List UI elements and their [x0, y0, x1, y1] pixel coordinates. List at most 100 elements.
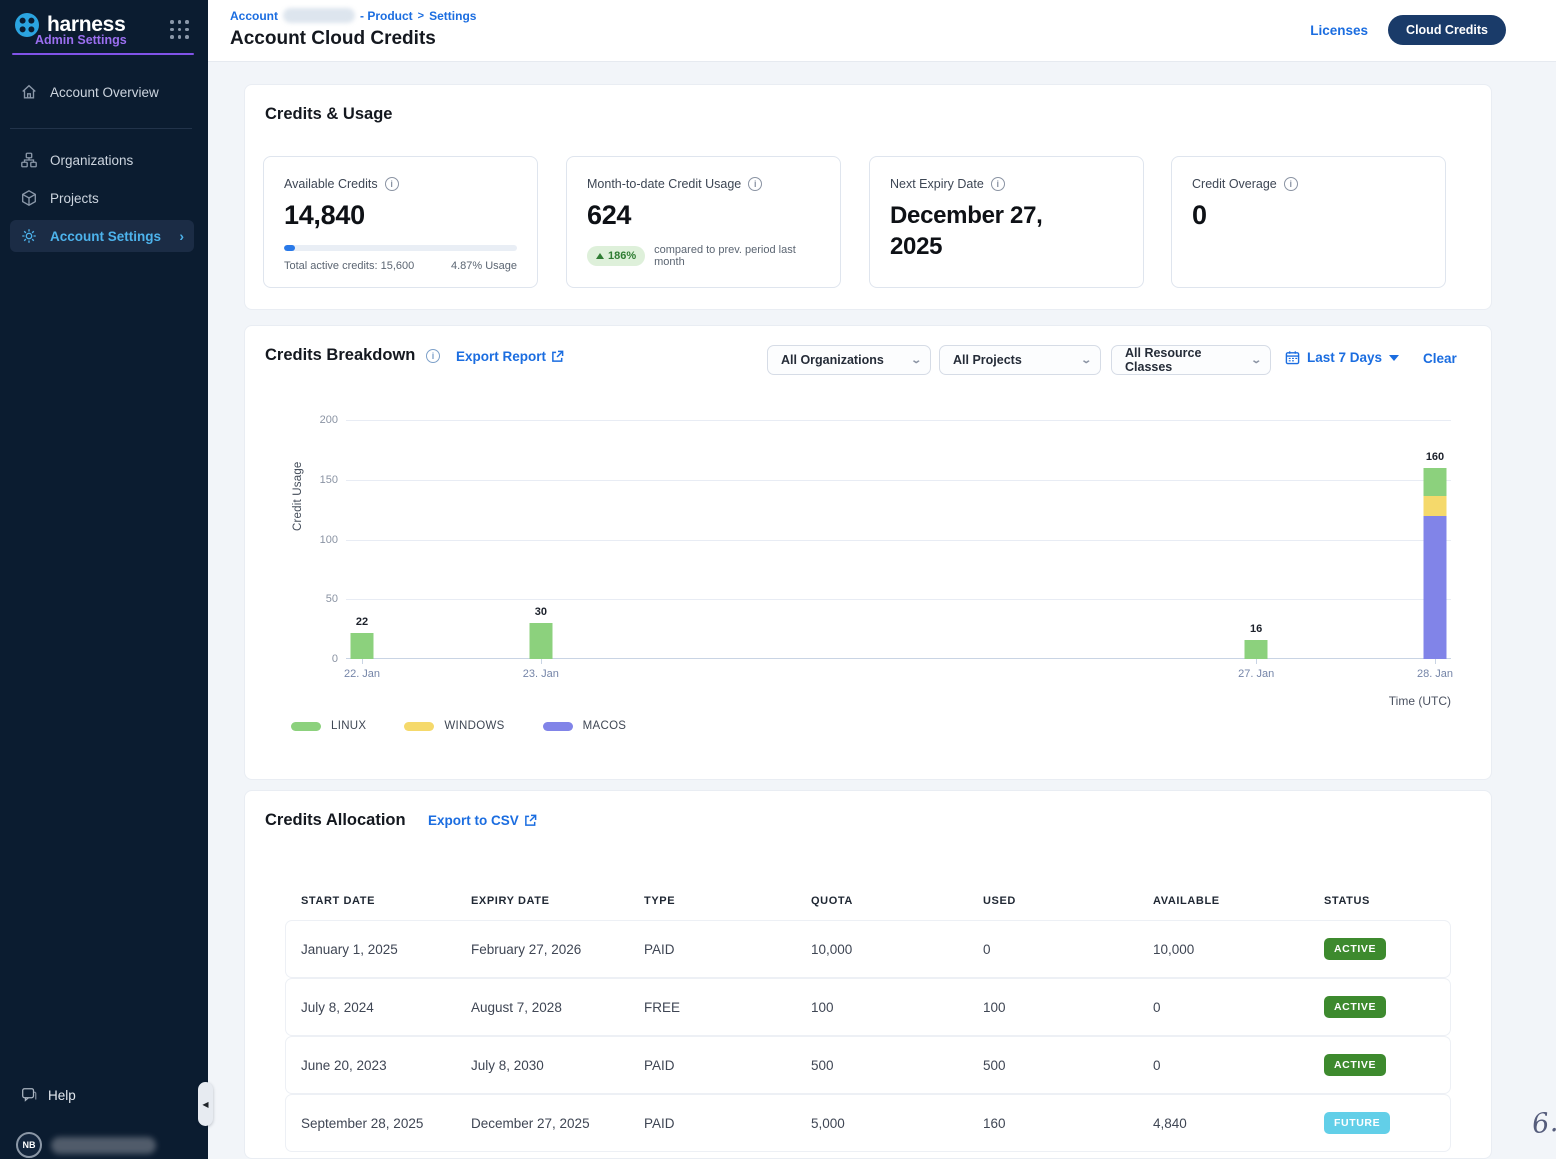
export-csv-link[interactable]: Export to CSV [428, 813, 537, 828]
sidebar-item-projects[interactable]: Projects [10, 182, 194, 214]
legend-item-linux[interactable]: LINUX [291, 720, 366, 732]
column-header: TYPE [629, 887, 796, 921]
avatar[interactable]: NB [16, 1132, 42, 1158]
y-axis-tick: 50 [298, 593, 338, 605]
breadcrumb-product[interactable]: - Product [360, 9, 413, 23]
sidebar-item-organizations[interactable]: Organizations [10, 144, 194, 176]
table-cell: 0 [968, 942, 1138, 957]
gridline [346, 480, 1451, 481]
y-axis-tick: 100 [298, 534, 338, 546]
apps-grid-icon[interactable] [170, 20, 190, 40]
total-active-credits: Total active credits: 15,600 [284, 260, 414, 272]
table-cell: PAID [629, 942, 796, 957]
column-header: START DATE [286, 887, 456, 921]
chart-bar-22: 22 [351, 633, 374, 659]
status-badge: ACTIVE [1324, 1054, 1386, 1076]
table-row[interactable]: September 28, 2025December 27, 2025PAID5… [286, 1095, 1450, 1151]
legend-label: MACOS [583, 720, 627, 732]
gridline [346, 599, 1451, 600]
bar-segment-linux [351, 633, 374, 659]
available-credits-card: Available Credits i 14,840 Total active … [263, 156, 538, 288]
chart-x-axis-label: Time (UTC) [1231, 694, 1451, 708]
bar-value-label: 22 [332, 616, 392, 628]
date-range-picker[interactable]: Last 7 Days [1285, 350, 1399, 365]
brand-divider [12, 53, 194, 55]
caret-down-icon [1389, 355, 1399, 361]
legend-item-windows[interactable]: WINDOWS [404, 720, 504, 732]
licenses-link[interactable]: Licenses [1310, 23, 1368, 38]
chart-bar-27: 16 [1245, 640, 1268, 659]
organizations-filter[interactable]: All Organizations ⌄ [767, 345, 931, 375]
breadcrumb-settings[interactable]: Settings [429, 9, 476, 23]
cloud-credits-button[interactable]: Cloud Credits [1388, 15, 1506, 45]
column-header: AVAILABLE [1138, 887, 1309, 921]
breadcrumb-account[interactable]: Account [230, 9, 278, 23]
credits-usage-section: Credits & Usage Available Credits i 14,8… [244, 84, 1492, 310]
table-cell: PAID [629, 1116, 796, 1131]
clear-filters-link[interactable]: Clear [1423, 351, 1457, 366]
projects-filter[interactable]: All Projects ⌄ [939, 345, 1101, 375]
x-axis-tick-label: 23. Jan [506, 668, 576, 680]
sidebar-item-account-settings[interactable]: Account Settings › [10, 220, 194, 252]
mtd-usage-card: Month-to-date Credit Usage i 624 186% co… [566, 156, 841, 288]
external-link-icon [524, 814, 537, 827]
y-axis-tick: 200 [298, 414, 338, 426]
legend-label: LINUX [331, 720, 366, 732]
table-cell: FREE [629, 1000, 796, 1015]
table-cell: July 8, 2030 [456, 1058, 629, 1073]
sidebar-item-label: Account Overview [50, 85, 159, 100]
info-icon[interactable]: i [991, 177, 1005, 191]
bar-segment-linux [1245, 640, 1268, 659]
available-credits-label: Available Credits [284, 177, 378, 191]
sidebar-collapse-handle[interactable]: ◀ [198, 1082, 213, 1126]
gear-icon [20, 227, 38, 245]
chart-bar-28: 160 [1424, 468, 1447, 659]
table-row[interactable]: January 1, 2025February 27, 2026PAID10,0… [286, 921, 1450, 977]
help-chat-icon [20, 1086, 38, 1104]
credits-usage-title: Credits & Usage [265, 105, 392, 124]
user-account-row[interactable]: NB [16, 1132, 156, 1158]
delta-badge: 186% [587, 246, 645, 266]
status-badge: FUTURE [1324, 1112, 1390, 1134]
table-row[interactable]: June 20, 2023July 8, 2030PAID5005000ACTI… [286, 1037, 1450, 1093]
chart-legend: LINUX WINDOWS MACOS [291, 720, 626, 732]
column-header: QUOTA [796, 887, 968, 921]
sidebar-item-account-overview[interactable]: Account Overview [10, 76, 194, 108]
calendar-icon [1285, 350, 1300, 365]
resource-classes-filter[interactable]: All Resource Classes ⌄ [1111, 345, 1271, 375]
allocation-table: START DATEEXPIRY DATETYPEQUOTAUSEDAVAILA… [286, 887, 1450, 1153]
export-report-link[interactable]: Export Report [456, 349, 564, 364]
chevron-down-icon: ⌄ [910, 355, 922, 366]
help-button[interactable]: Help [20, 1086, 76, 1104]
legend-swatch [543, 722, 573, 731]
x-axis-tick-mark [1435, 659, 1436, 664]
table-cell: PAID [629, 1058, 796, 1073]
column-header: STATUS [1309, 887, 1450, 921]
credits-allocation-title: Credits Allocation [265, 811, 406, 830]
breadcrumb: Account - Product > Settings [230, 8, 476, 23]
redacted-account-name [283, 8, 355, 23]
legend-item-macos[interactable]: MACOS [543, 720, 627, 732]
credit-overage-label: Credit Overage [1192, 177, 1277, 191]
redacted-username [51, 1137, 156, 1154]
x-axis-tick-mark [362, 659, 363, 664]
info-icon[interactable]: i [385, 177, 399, 191]
credits-breakdown-section: Credits Breakdown i Export Report All Or… [244, 325, 1492, 780]
table-row[interactable]: July 8, 2024August 7, 2028FREE1001000ACT… [286, 979, 1450, 1035]
bar-value-label: 16 [1226, 623, 1286, 635]
handwritten-annotation: 6. [1530, 1107, 1556, 1141]
allocation-table-body: January 1, 2025February 27, 2026PAID10,0… [286, 921, 1450, 1151]
help-label: Help [48, 1088, 76, 1103]
x-axis-tick-mark [541, 659, 542, 664]
table-cell: 0 [1138, 1058, 1309, 1073]
bar-segment-linux [1424, 468, 1447, 497]
org-chart-icon [20, 151, 38, 169]
usage-progress-bar [284, 245, 517, 251]
info-icon[interactable]: i [426, 349, 440, 363]
next-expiry-label: Next Expiry Date [890, 177, 984, 191]
cube-icon [20, 189, 38, 207]
info-icon[interactable]: i [1284, 177, 1298, 191]
up-triangle-icon [596, 253, 604, 259]
info-icon[interactable]: i [748, 177, 762, 191]
usage-progress-fill [284, 245, 295, 251]
